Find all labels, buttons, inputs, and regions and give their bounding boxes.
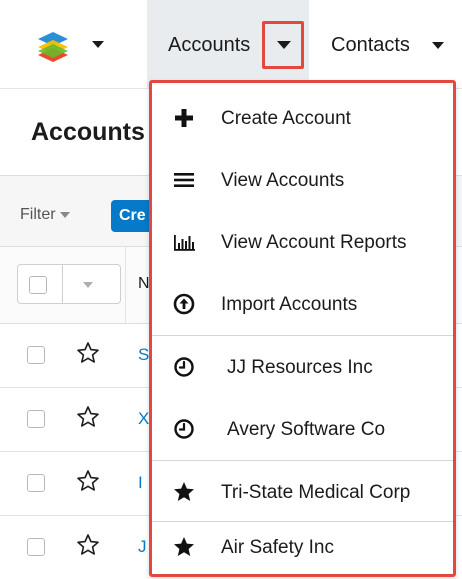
logo-menu-caret-icon[interactable]	[92, 41, 104, 48]
nav-tab-accounts-label[interactable]: Accounts	[168, 34, 250, 57]
menu-item-label: Import Accounts	[221, 294, 358, 315]
star-outline-icon[interactable]	[76, 469, 100, 493]
top-navigation-bar: Accounts Contacts	[0, 0, 462, 88]
row-name-link[interactable]: J	[138, 537, 147, 557]
menu-item-label: View Accounts	[221, 170, 345, 191]
mass-select-control[interactable]	[17, 264, 121, 304]
star-outline-icon[interactable]	[76, 533, 100, 557]
star-outline-icon[interactable]	[76, 405, 100, 429]
contacts-menu-caret-icon[interactable]	[432, 42, 444, 49]
create-filter-button[interactable]: Cre	[111, 200, 154, 232]
star-outline-icon[interactable]	[76, 341, 100, 365]
row-name-link[interactable]: I	[138, 473, 143, 493]
accounts-menu-toggle[interactable]	[262, 21, 304, 69]
menu-item-label: View Account Reports	[221, 232, 407, 253]
upload-circle-icon	[173, 293, 195, 315]
mass-select-divider	[62, 265, 63, 303]
chevron-down-icon	[277, 41, 291, 49]
menu-item-label: Tri-State Medical Corp	[221, 482, 411, 503]
page-title: Accounts	[31, 118, 145, 146]
menu-item-view-account-reports[interactable]: View Account Reports	[152, 211, 453, 273]
menu-item-view-accounts[interactable]: View Accounts	[152, 149, 453, 211]
menu-item-label: JJ Resources Inc	[227, 357, 373, 378]
menu-item-label: Air Safety Inc	[221, 537, 334, 558]
menu-item-favorite-air-safety[interactable]: Air Safety Inc	[152, 516, 453, 574]
star-filled-icon	[174, 537, 194, 556]
row-checkbox[interactable]	[27, 538, 45, 556]
column-divider	[125, 247, 126, 323]
menu-item-label: Create Account	[221, 108, 351, 129]
row-name-link[interactable]: X	[138, 409, 149, 429]
clock-icon	[174, 419, 194, 439]
sugar-cube-logo-icon[interactable]	[36, 30, 70, 64]
row-checkbox[interactable]	[27, 410, 45, 428]
menu-item-create-account[interactable]: Create Account	[152, 87, 453, 149]
menu-item-favorite-tri-state-medical[interactable]: Tri-State Medical Corp	[152, 461, 453, 523]
menu-item-label: Avery Software Co	[227, 419, 386, 440]
select-all-checkbox[interactable]	[29, 276, 47, 294]
menu-item-recent-jj-resources[interactable]: JJ Resources Inc	[152, 336, 453, 398]
list-icon	[174, 173, 194, 187]
filter-button[interactable]: Filter	[20, 206, 70, 224]
menu-item-recent-avery-software[interactable]: Avery Software Co	[152, 398, 453, 460]
chevron-down-icon	[59, 211, 70, 218]
plus-icon	[175, 109, 193, 127]
nav-tab-accounts[interactable]: Accounts	[147, 0, 309, 88]
clock-icon	[174, 357, 194, 377]
menu-item-import-accounts[interactable]: Import Accounts	[152, 273, 453, 335]
chevron-down-icon[interactable]	[83, 282, 93, 288]
column-header-name[interactable]: N	[138, 275, 150, 293]
nav-tab-contacts-label[interactable]: Contacts	[331, 34, 410, 57]
row-checkbox[interactable]	[27, 474, 45, 492]
accounts-dropdown-menu: Create Account View Accounts View Accoun…	[149, 80, 456, 577]
star-filled-icon	[174, 482, 194, 501]
row-name-link[interactable]: S	[138, 345, 149, 365]
filter-button-label: Filter	[20, 206, 56, 223]
row-checkbox[interactable]	[27, 346, 45, 364]
bar-chart-icon	[174, 235, 195, 251]
